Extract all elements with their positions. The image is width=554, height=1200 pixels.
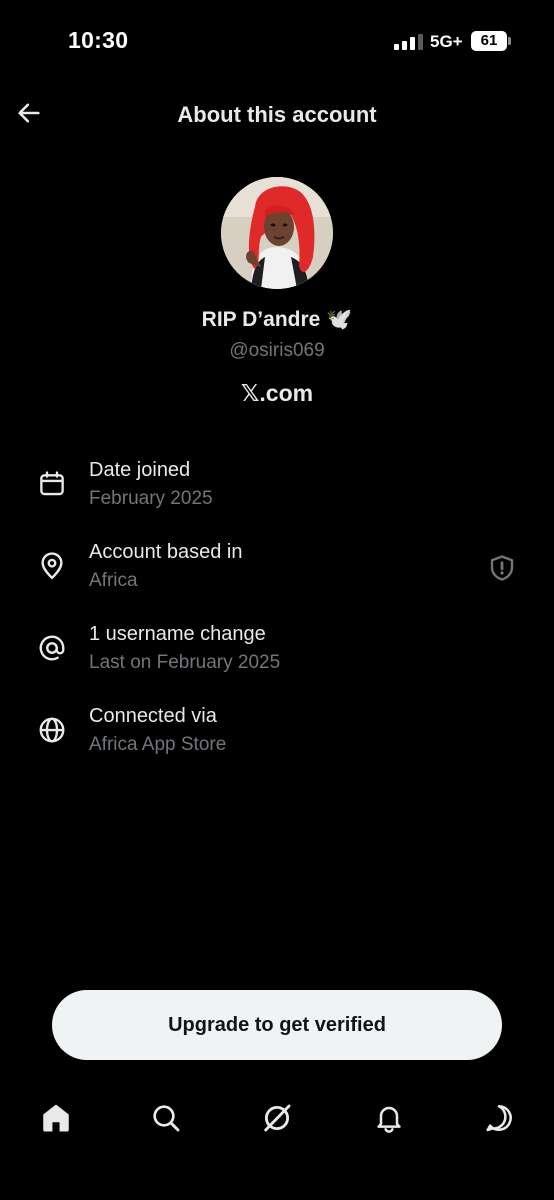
search-icon	[153, 1105, 180, 1132]
nav-notifications[interactable]	[369, 1098, 409, 1138]
avatar-image	[221, 177, 333, 289]
x-com-link[interactable]: 𝕏.com	[0, 380, 554, 407]
shield-icon	[490, 555, 514, 581]
nav-grok[interactable]	[257, 1098, 297, 1138]
home-icon	[43, 1104, 69, 1132]
location-pin-icon	[36, 550, 68, 582]
upgrade-button[interactable]: Upgrade to get verified	[52, 990, 502, 1060]
detail-title: 1 username change	[89, 623, 266, 645]
globe-icon	[36, 714, 68, 746]
detail-subtitle: Africa App Store	[89, 734, 227, 755]
display-name: RIP D’andre 🕊️	[201, 308, 353, 331]
detail-title: Account based in	[89, 541, 243, 563]
battery-tip	[508, 37, 511, 45]
list-item-connected-via: Connected via Africa App Store	[0, 702, 554, 772]
avatar[interactable]	[221, 177, 333, 289]
detail-title: Connected via	[89, 705, 217, 727]
list-item-date-joined: Date joined February 2025	[0, 456, 554, 526]
detail-title: Date joined	[89, 459, 191, 481]
nav-home[interactable]	[36, 1098, 76, 1138]
at-sign-icon	[36, 632, 68, 664]
nav-search[interactable]	[146, 1098, 186, 1138]
handle: @osiris069	[229, 340, 325, 361]
grok-icon	[264, 1104, 291, 1132]
list-item-username-change: 1 username change Last on February 2025	[0, 620, 554, 690]
notifications-icon	[377, 1106, 401, 1133]
shield-info-button[interactable]	[486, 552, 518, 584]
messages-icon	[486, 1105, 512, 1132]
calendar-icon	[36, 468, 68, 500]
bottom-nav	[0, 1090, 554, 1150]
detail-subtitle: February 2025	[89, 488, 213, 509]
detail-subtitle: Africa	[89, 570, 138, 591]
header: About this account	[0, 90, 554, 140]
nav-messages[interactable]	[479, 1098, 519, 1138]
detail-subtitle: Last on February 2025	[89, 652, 281, 673]
about-account-screen: 10:30 5G+ 61 About this account RIP D’an…	[0, 0, 554, 1200]
network-label: 5G+	[430, 32, 463, 51]
page-title: About this account	[177, 102, 377, 127]
status-time: 10:30	[68, 27, 129, 53]
battery-icon: 61	[471, 31, 507, 51]
signal-icon	[394, 34, 423, 50]
status-bar: 10:30 5G+ 61	[0, 0, 554, 80]
list-item-account-based-in: Account based in Africa	[0, 538, 554, 608]
